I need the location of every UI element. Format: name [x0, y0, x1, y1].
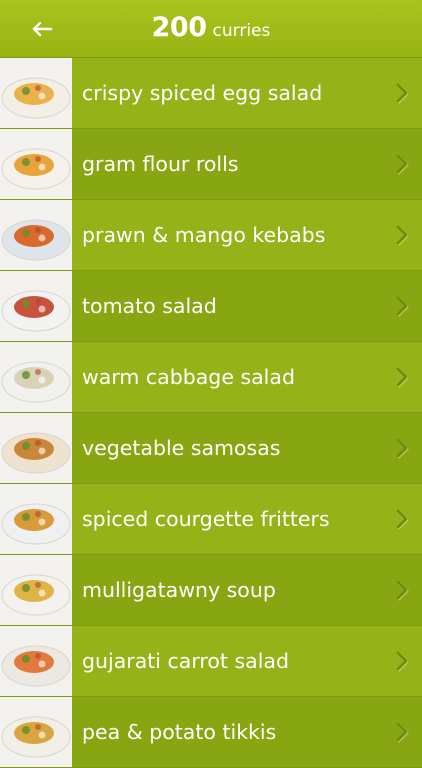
- list-item[interactable]: gujarati carrot salad: [0, 626, 422, 697]
- recipe-label: tomato salad: [82, 294, 217, 318]
- recipe-thumbnail: [0, 271, 72, 341]
- recipe-thumbnail: [0, 626, 72, 696]
- list-item[interactable]: gram flour rolls: [0, 129, 422, 200]
- list-item[interactable]: crispy spiced egg salad: [0, 58, 422, 129]
- list-item[interactable]: vegetable samosas: [0, 413, 422, 484]
- recipe-label: vegetable samosas: [82, 436, 281, 460]
- recipe-thumbnail: [0, 484, 72, 554]
- chevron-right-icon: [394, 580, 412, 602]
- recipe-list: crispy spiced egg salad gram flour rolls p…: [0, 58, 422, 768]
- list-item[interactable]: spiced courgette fritters: [0, 484, 422, 555]
- recipe-thumbnail: [0, 697, 72, 767]
- list-item[interactable]: mulligatawny soup: [0, 555, 422, 626]
- chevron-right-icon: [394, 509, 412, 531]
- recipe-thumbnail: [0, 58, 72, 128]
- list-item[interactable]: warm cabbage salad: [0, 342, 422, 413]
- chevron-right-icon: [394, 83, 412, 105]
- recipe-label: crispy spiced egg salad: [82, 81, 323, 105]
- recipe-thumbnail: [0, 413, 72, 483]
- recipe-label: spiced courgette fritters: [82, 507, 330, 531]
- chevron-right-icon: [394, 296, 412, 318]
- recipe-label: gujarati carrot salad: [82, 649, 289, 673]
- recipe-label: gram flour rolls: [82, 152, 239, 176]
- recipe-thumbnail: [0, 555, 72, 625]
- list-item[interactable]: prawn & mango kebabs: [0, 200, 422, 271]
- recipe-label: pea & potato tikkis: [82, 720, 277, 744]
- chevron-right-icon: [394, 722, 412, 744]
- chevron-right-icon: [394, 367, 412, 389]
- recipe-thumbnail: [0, 342, 72, 412]
- recipe-thumbnail: [0, 200, 72, 270]
- page-title: 200 curries: [0, 12, 422, 43]
- chevron-right-icon: [394, 651, 412, 673]
- recipe-thumbnail: [0, 129, 72, 199]
- recipe-label: mulligatawny soup: [82, 578, 276, 602]
- list-item[interactable]: pea & potato tikkis: [0, 697, 422, 768]
- list-item[interactable]: tomato salad: [0, 271, 422, 342]
- chevron-right-icon: [394, 438, 412, 460]
- recipe-label: warm cabbage salad: [82, 365, 295, 389]
- app-header: 200 curries: [0, 0, 422, 58]
- recipe-label: prawn & mango kebabs: [82, 223, 326, 247]
- title-word: curries: [212, 21, 271, 41]
- chevron-right-icon: [394, 154, 412, 176]
- chevron-right-icon: [394, 225, 412, 247]
- title-number: 200: [151, 12, 207, 43]
